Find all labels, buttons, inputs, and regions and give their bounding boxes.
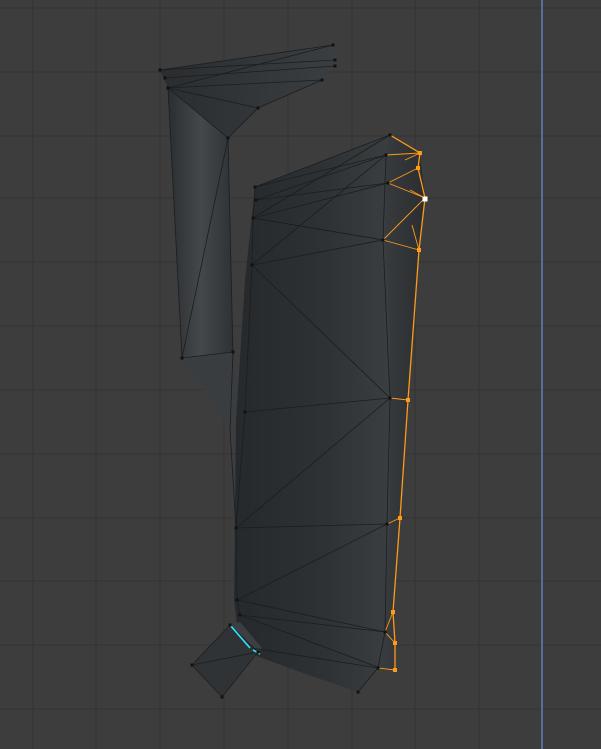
vertex (386, 181, 390, 185)
vertex (253, 185, 257, 189)
vertex (385, 522, 389, 526)
vertex (250, 263, 254, 267)
selected-vertex (393, 668, 397, 672)
selected-vertex (416, 166, 420, 170)
vertex (251, 216, 255, 220)
vertex (238, 613, 242, 617)
3d-viewport[interactable] (0, 0, 601, 749)
selected-vertex (398, 516, 402, 520)
vertex (333, 58, 337, 62)
viewport-canvas[interactable] (0, 0, 601, 749)
vertex (234, 526, 238, 530)
vertex (256, 106, 260, 110)
vertex (384, 153, 388, 157)
selected-vertex (393, 641, 397, 645)
selected-vertex (417, 248, 421, 252)
vertex (320, 78, 324, 82)
vertex (356, 690, 360, 694)
selected-vertex (406, 398, 410, 402)
vertex (381, 238, 385, 242)
mesh-object[interactable] (158, 43, 428, 699)
vertex (333, 64, 337, 68)
vertex (256, 650, 260, 654)
selected-vertex (418, 151, 422, 155)
vertex (226, 136, 230, 140)
vertex (331, 43, 335, 47)
vertex (231, 350, 235, 354)
vertex (220, 695, 224, 699)
vertex (158, 68, 162, 72)
vertex (254, 198, 258, 202)
vertex (383, 630, 387, 634)
vertex (228, 623, 232, 627)
selected-vertex (391, 610, 395, 614)
active-vertex[interactable] (422, 196, 428, 202)
mesh-edge (229, 429, 237, 529)
vertex (166, 86, 170, 90)
vertex (235, 598, 239, 602)
vertex (190, 663, 194, 667)
vertex (388, 133, 392, 137)
vertex (180, 356, 184, 360)
vertex (388, 396, 392, 400)
vertex (376, 666, 380, 670)
vertex (243, 410, 247, 414)
vertex (163, 76, 167, 80)
